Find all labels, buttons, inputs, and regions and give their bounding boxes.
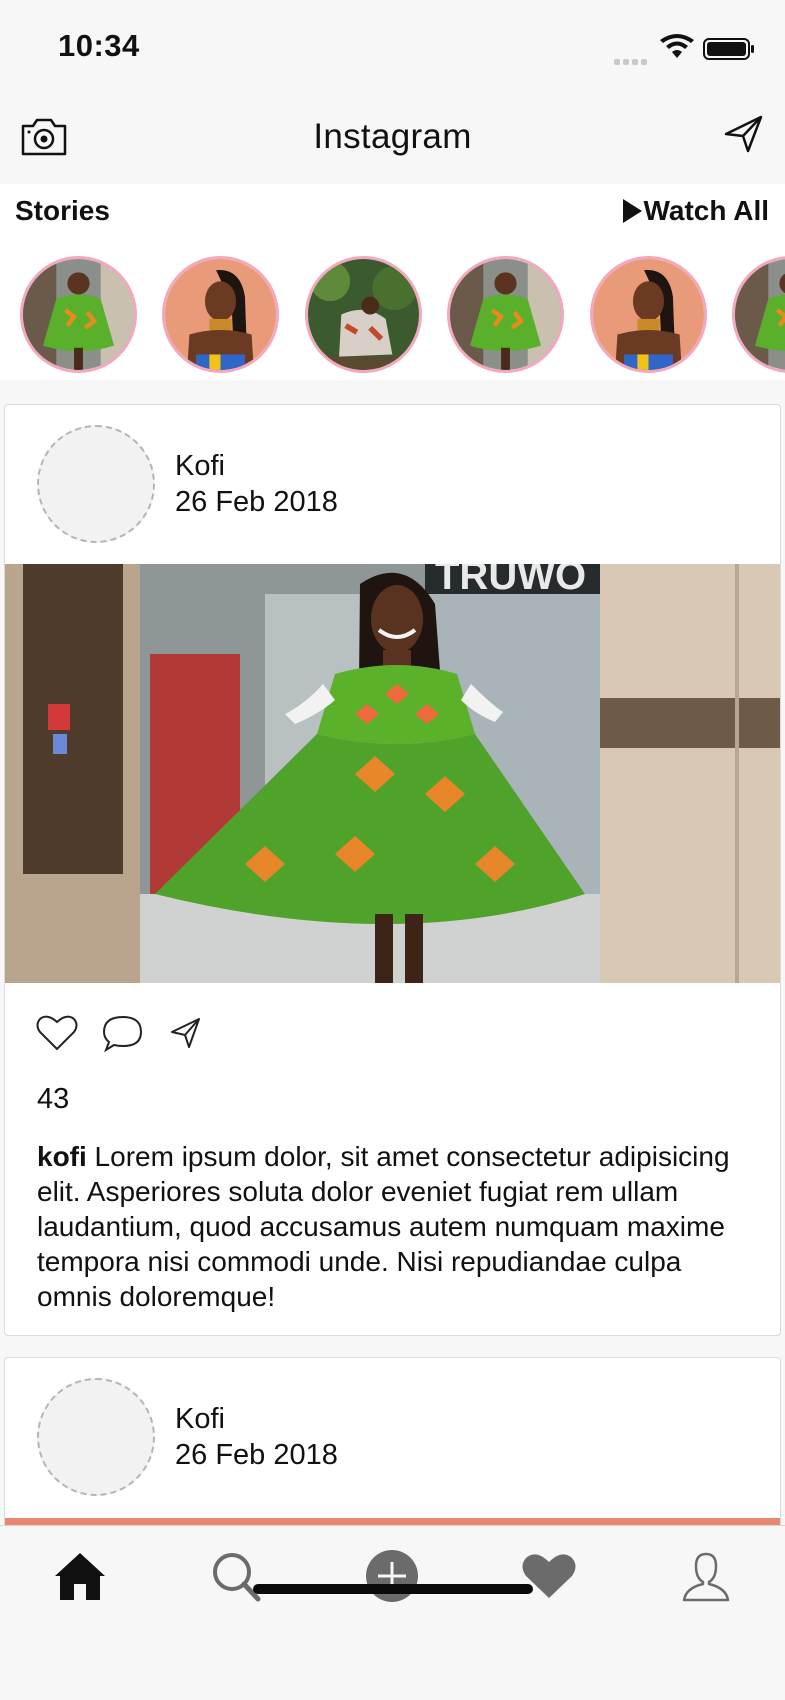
like-count: 43 <box>37 1083 70 1115</box>
post-photo[interactable]: TRUWO <box>5 564 780 983</box>
comment-icon[interactable] <box>101 1013 145 1053</box>
like-icon[interactable] <box>35 1013 79 1053</box>
post-date: 26 Feb 2018 <box>175 1439 338 1471</box>
post-date: 26 Feb 2018 <box>175 486 338 518</box>
stories-section: Stories Watch All <box>0 184 785 380</box>
signal-icon <box>614 52 650 65</box>
story-avatar[interactable] <box>20 256 137 373</box>
wifi-icon <box>660 34 694 58</box>
tab-bar <box>0 1525 785 1700</box>
story-avatar[interactable] <box>732 256 785 373</box>
battery-icon <box>703 38 754 60</box>
status-bar: 10:34 <box>0 0 785 96</box>
profile-icon[interactable] <box>676 1548 736 1604</box>
storefront-sign: TRUWO <box>435 564 586 598</box>
post-card: Kofi 26 Feb 2018 TRUWO 43 kofi Lorem ips… <box>4 404 781 1336</box>
direct-message-icon[interactable] <box>724 114 764 154</box>
share-icon[interactable] <box>169 1013 213 1053</box>
home-indicator[interactable] <box>253 1584 533 1594</box>
post-username[interactable]: Kofi <box>175 1403 225 1436</box>
add-post-icon[interactable] <box>362 1548 422 1604</box>
caption-text: Lorem ipsum dolor, sit amet consectetur … <box>37 1141 730 1312</box>
status-time: 10:34 <box>58 28 140 63</box>
activity-heart-icon[interactable] <box>519 1548 579 1604</box>
play-icon <box>622 199 642 223</box>
story-avatar[interactable] <box>447 256 565 373</box>
story-avatar[interactable] <box>304 256 422 373</box>
post-username[interactable]: Kofi <box>175 450 225 483</box>
story-row <box>20 256 785 374</box>
stories-heading: Stories <box>15 195 110 226</box>
watch-all-label: Watch All <box>643 195 769 226</box>
avatar[interactable] <box>37 425 155 543</box>
avatar[interactable] <box>37 1378 155 1496</box>
nav-bar: Instagram <box>0 96 785 184</box>
post-caption: kofi Lorem ipsum dolor, sit amet consect… <box>37 1139 757 1314</box>
watch-all-button[interactable]: Watch All <box>622 195 769 227</box>
page-title: Instagram <box>313 117 472 156</box>
story-avatar[interactable] <box>162 256 280 373</box>
home-icon[interactable] <box>50 1548 110 1604</box>
caption-username[interactable]: kofi <box>37 1141 87 1172</box>
story-avatar[interactable] <box>589 256 707 373</box>
search-icon[interactable] <box>206 1548 266 1604</box>
